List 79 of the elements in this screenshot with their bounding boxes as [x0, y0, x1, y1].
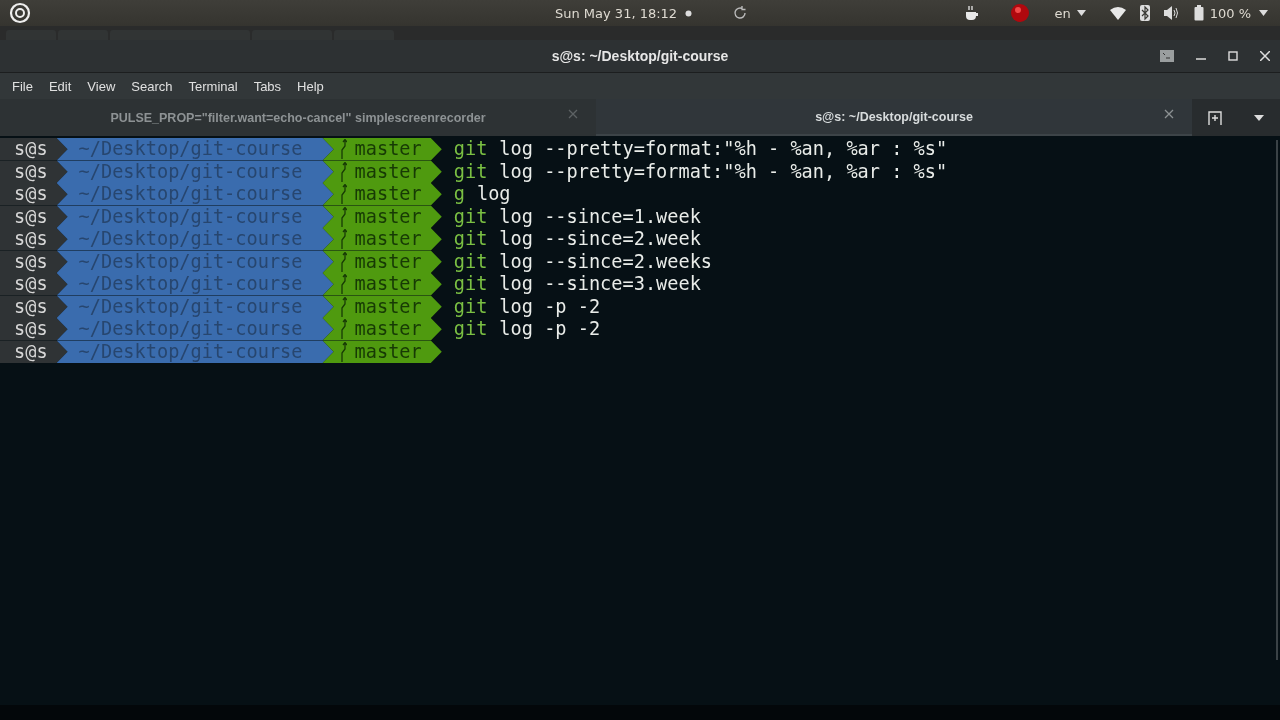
branch-name: master: [354, 183, 422, 206]
branch-name: master: [354, 295, 422, 318]
command-arguments: log --since=2.weeks: [499, 250, 713, 273]
bluetooth-icon[interactable]: [1139, 5, 1150, 21]
branch-icon: [338, 341, 347, 362]
branch-icon: [338, 139, 347, 160]
branch-name: master: [354, 228, 422, 251]
maximize-icon[interactable]: [1228, 51, 1238, 61]
branch-icon: [338, 296, 347, 317]
command-arguments: log: [476, 183, 511, 206]
terminal-tab[interactable]: s@s: ~/Desktop/git-course: [596, 99, 1192, 136]
menu-item[interactable]: File: [4, 78, 41, 94]
menu-item[interactable]: View: [79, 78, 124, 94]
command-name: git: [453, 228, 488, 251]
command-arguments: log --since=2.week: [499, 228, 701, 251]
branch-name: master: [354, 160, 422, 183]
window-title: s@s: ~/Desktop/git-course: [551, 48, 729, 64]
branch-icon: [338, 251, 347, 272]
command-arguments: log --pretty=format:"%h - %an, %ar : %s": [499, 138, 948, 161]
branch-icon: [338, 229, 347, 250]
caret-icon[interactable]: [1076, 10, 1086, 16]
cup-icon[interactable]: [964, 5, 981, 21]
wifi-icon[interactable]: [1109, 6, 1126, 20]
prompt-user: s@s: [0, 183, 68, 206]
battery-level[interactable]: 100 %: [1209, 5, 1251, 21]
command-arguments: log --since=3.week: [499, 273, 701, 296]
command-arguments: log --since=1.week: [499, 205, 701, 228]
menu-item[interactable]: Terminal: [180, 78, 246, 94]
prompt-path: ~/Desktop/git-course: [56, 295, 334, 318]
prompt-path: ~/Desktop/git-course: [56, 183, 334, 206]
command-name: git: [453, 318, 488, 341]
prompt-user: s@s: [0, 273, 68, 296]
prompt-path: ~/Desktop/git-course: [56, 318, 334, 341]
refresh-icon[interactable]: [732, 5, 749, 21]
caret-icon[interactable]: [1259, 10, 1268, 16]
prompt-path: ~/Desktop/git-course: [56, 250, 334, 273]
prompt-user: s@s: [0, 138, 68, 161]
dot-icon: [685, 9, 693, 17]
command-name: git: [453, 273, 488, 296]
command-name: git: [453, 138, 488, 161]
branch-icon: [338, 319, 347, 340]
command-name: g: [453, 183, 465, 206]
branch-icon: [338, 161, 347, 182]
new-tab-icon[interactable]: [1208, 110, 1222, 125]
branch-icon: [338, 206, 347, 227]
branch-name: master: [354, 273, 422, 296]
menu-item[interactable]: Tabs: [245, 78, 290, 94]
prompt-user: s@s: [0, 228, 68, 251]
dropdown-caret-icon[interactable]: [1254, 114, 1264, 121]
command-arguments: log -p -2: [499, 295, 601, 318]
branch-name: master: [354, 138, 422, 161]
branch-name: master: [354, 340, 422, 363]
branch-icon: [338, 274, 347, 295]
command-name: git: [453, 205, 488, 228]
prompt-path: ~/Desktop/git-course: [56, 160, 334, 183]
language-indicator[interactable]: en: [1054, 5, 1071, 21]
record-icon[interactable]: [1010, 3, 1031, 23]
menu-item[interactable]: Search: [123, 78, 181, 94]
system-logo-icon[interactable]: [9, 2, 31, 24]
prompt-path: ~/Desktop/git-course: [56, 273, 334, 296]
branch-icon: [338, 184, 347, 205]
command-name: git: [453, 295, 488, 318]
prompt-path: ~/Desktop/git-course: [56, 205, 334, 228]
prompt-path: ~/Desktop/git-course: [56, 340, 334, 363]
prompt-path: ~/Desktop/git-course: [56, 228, 334, 251]
command-arguments: log -p -2: [499, 318, 601, 341]
branch-name: master: [354, 318, 422, 341]
branch-name: master: [354, 205, 422, 228]
volume-icon[interactable]: [1163, 6, 1180, 20]
command-arguments: log --pretty=format:"%h - %an, %ar : %s": [499, 160, 948, 183]
command-name: git: [453, 160, 488, 183]
menu-item[interactable]: Help: [289, 78, 332, 94]
clock[interactable]: Sun May 31, 18:12: [555, 5, 678, 21]
battery-icon[interactable]: [1193, 5, 1204, 21]
command-name: git: [453, 250, 488, 273]
prompt-user: s@s: [0, 318, 68, 341]
menu-item[interactable]: Edit: [40, 78, 80, 94]
prompt-path: ~/Desktop/git-course: [56, 138, 334, 161]
branch-name: master: [354, 250, 422, 273]
